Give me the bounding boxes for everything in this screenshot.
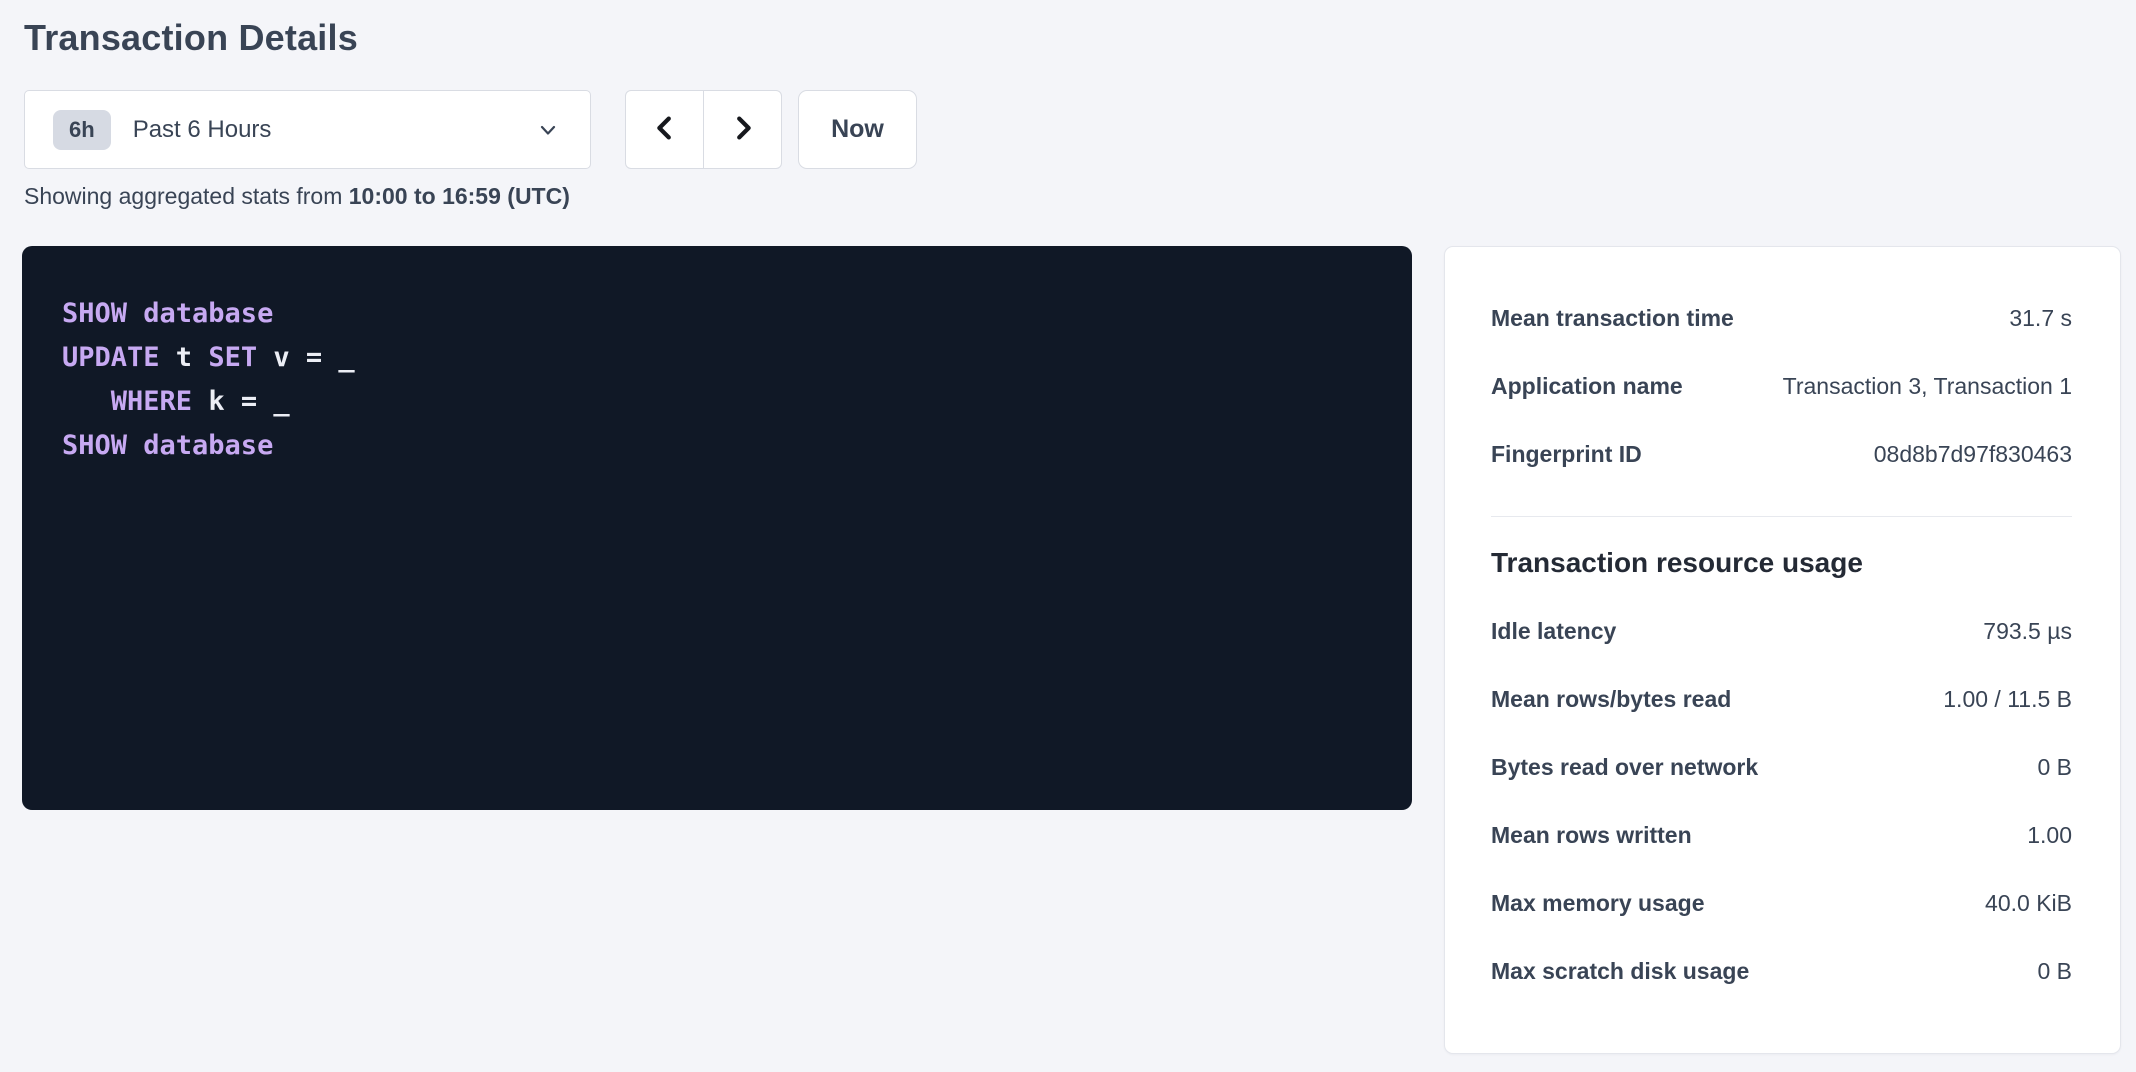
stat-value: 40.0 KiB <box>1985 890 2072 917</box>
time-range-arrows <box>625 90 782 169</box>
caption-prefix: Showing aggregated stats from <box>24 183 349 209</box>
chevron-right-icon <box>728 113 758 146</box>
stat-value: 0 B <box>2037 754 2072 781</box>
transaction-stats-card: Mean transaction time 31.7 s Application n… <box>1444 246 2121 1054</box>
sql-token-plain: k = _ <box>192 386 290 417</box>
sql-token-plain: t <box>160 342 209 373</box>
resource-stat-row: Max scratch disk usage 0 B <box>1491 937 2072 1005</box>
resource-usage-stats: Idle latency 793.5 µs Mean rows/bytes read… <box>1491 597 2072 1005</box>
summary-stats: Mean transaction time 31.7 s Application n… <box>1491 284 2072 488</box>
stat-label: Application name <box>1491 373 1683 400</box>
now-button[interactable]: Now <box>798 90 917 169</box>
resource-stat-row: Mean rows/bytes read 1.00 / 11.5 B <box>1491 665 2072 733</box>
stat-label: Fingerprint ID <box>1491 441 1642 468</box>
resource-stat-row: Max memory usage 40.0 KiB <box>1491 869 2072 937</box>
time-range-dropdown[interactable]: 6h Past 6 Hours <box>24 90 591 169</box>
stat-value: 08d8b7d97f830463 <box>1874 441 2072 468</box>
stat-label: Mean transaction time <box>1491 305 1734 332</box>
stat-label: Max scratch disk usage <box>1491 958 1749 985</box>
sql-line: UPDATE t SET v = _ <box>62 336 1372 380</box>
sql-token-keyword: SHOW database <box>62 298 273 329</box>
page-title: Transaction Details <box>24 14 2136 62</box>
main-content: SHOW database UPDATE t SET v = _ WHERE k … <box>22 246 2136 1054</box>
chevron-left-icon <box>650 113 680 146</box>
stat-value: 1.00 / 11.5 B <box>1943 686 2072 713</box>
sql-token-keyword: SHOW database <box>62 430 273 461</box>
stat-value: 1.00 <box>2027 822 2072 849</box>
sql-statement-box: SHOW database UPDATE t SET v = _ WHERE k … <box>22 246 1412 810</box>
stat-label: Mean rows/bytes read <box>1491 686 1731 713</box>
stat-value: Transaction 3, Transaction 1 <box>1783 373 2072 400</box>
sql-line: WHERE k = _ <box>62 380 1372 424</box>
resource-stat-row: Mean rows written 1.00 <box>1491 801 2072 869</box>
sql-token-keyword: WHERE <box>111 386 192 417</box>
sql-line: SHOW database <box>62 292 1372 336</box>
summary-stat-row: Mean transaction time 31.7 s <box>1491 284 2072 352</box>
resource-stat-row: Idle latency 793.5 µs <box>1491 597 2072 665</box>
next-range-button[interactable] <box>703 90 782 169</box>
stats-divider <box>1491 516 2072 517</box>
time-controls: 6h Past 6 Hours Now <box>24 90 2136 169</box>
aggregated-stats-caption: Showing aggregated stats from 10:00 to 1… <box>24 181 2136 211</box>
stat-label: Idle latency <box>1491 618 1616 645</box>
sql-token-keyword: UPDATE <box>62 342 160 373</box>
sql-token-plain <box>62 386 111 417</box>
summary-stat-row: Application name Transaction 3, Transacti… <box>1491 352 2072 420</box>
resource-usage-heading: Transaction resource usage <box>1491 545 2072 581</box>
stat-value: 793.5 µs <box>1983 618 2072 645</box>
sql-code: SHOW database UPDATE t SET v = _ WHERE k … <box>62 292 1372 468</box>
summary-stat-row: Fingerprint ID 08d8b7d97f830463 <box>1491 420 2072 488</box>
sql-line: SHOW database <box>62 424 1372 468</box>
stat-label: Max memory usage <box>1491 890 1704 917</box>
prev-range-button[interactable] <box>625 90 704 169</box>
time-range-label: Past 6 Hours <box>133 116 272 144</box>
stat-label: Mean rows written <box>1491 822 1692 849</box>
stat-label: Bytes read over network <box>1491 754 1758 781</box>
time-range-badge: 6h <box>53 110 111 150</box>
caption-range: 10:00 to 16:59 (UTC) <box>349 183 570 209</box>
stat-value: 31.7 s <box>2009 305 2072 332</box>
chevron-down-icon <box>536 118 560 142</box>
resource-stat-row: Bytes read over network 0 B <box>1491 733 2072 801</box>
transaction-details-page: Transaction Details 6h Past 6 Hours Now … <box>0 0 2136 1054</box>
sql-token-keyword: SET <box>208 342 257 373</box>
sql-token-plain: v = _ <box>257 342 355 373</box>
stat-value: 0 B <box>2037 958 2072 985</box>
